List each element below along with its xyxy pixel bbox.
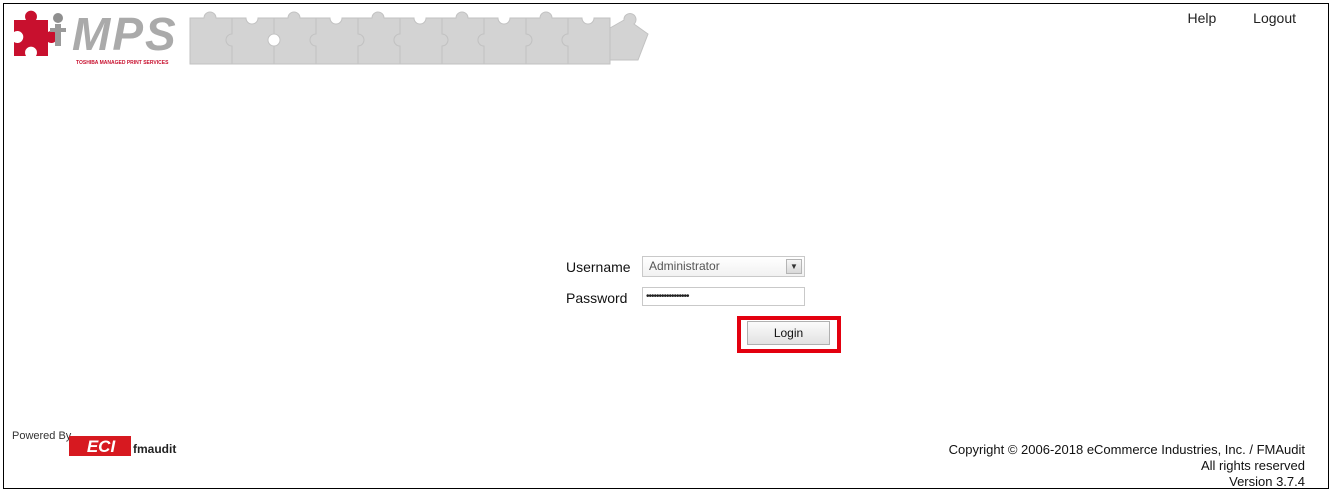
mps-logo: MPS TOSHIBA MANAGED PRINT SERVICES <box>10 6 650 68</box>
eci-logo-text: ECI <box>87 437 117 456</box>
rights-text: All rights reserved <box>1200 458 1305 473</box>
password-label: Password <box>566 290 628 306</box>
brand-tagline: TOSHIBA MANAGED PRINT SERVICES <box>76 60 169 66</box>
powered-by-label: Powered By <box>12 430 72 442</box>
username-select[interactable]: Administrator ▼ <box>642 256 805 277</box>
svg-text:MPS: MPS <box>72 8 178 60</box>
username-value: Administrator <box>649 259 720 273</box>
version-text: Version 3.7.4 <box>1229 474 1305 489</box>
copyright-block: Copyright © 2006-2018 eCommerce Industri… <box>949 442 1305 490</box>
fmaudit-logo-text: fmaudit <box>133 442 176 456</box>
chevron-down-icon[interactable]: ▼ <box>786 259 802 274</box>
top-nav: Help Logout <box>1154 10 1296 26</box>
logout-link[interactable]: Logout <box>1253 10 1296 26</box>
username-label: Username <box>566 259 631 275</box>
login-button[interactable]: Login <box>747 321 830 345</box>
page-frame <box>3 3 1329 489</box>
copyright-text: Copyright © 2006-2018 eCommerce Industri… <box>948 442 1305 457</box>
eci-fmaudit-logo: ECI fmaudit <box>69 436 176 456</box>
help-link[interactable]: Help <box>1187 10 1216 26</box>
password-input[interactable]: ••••••••••••••••• <box>642 287 805 306</box>
